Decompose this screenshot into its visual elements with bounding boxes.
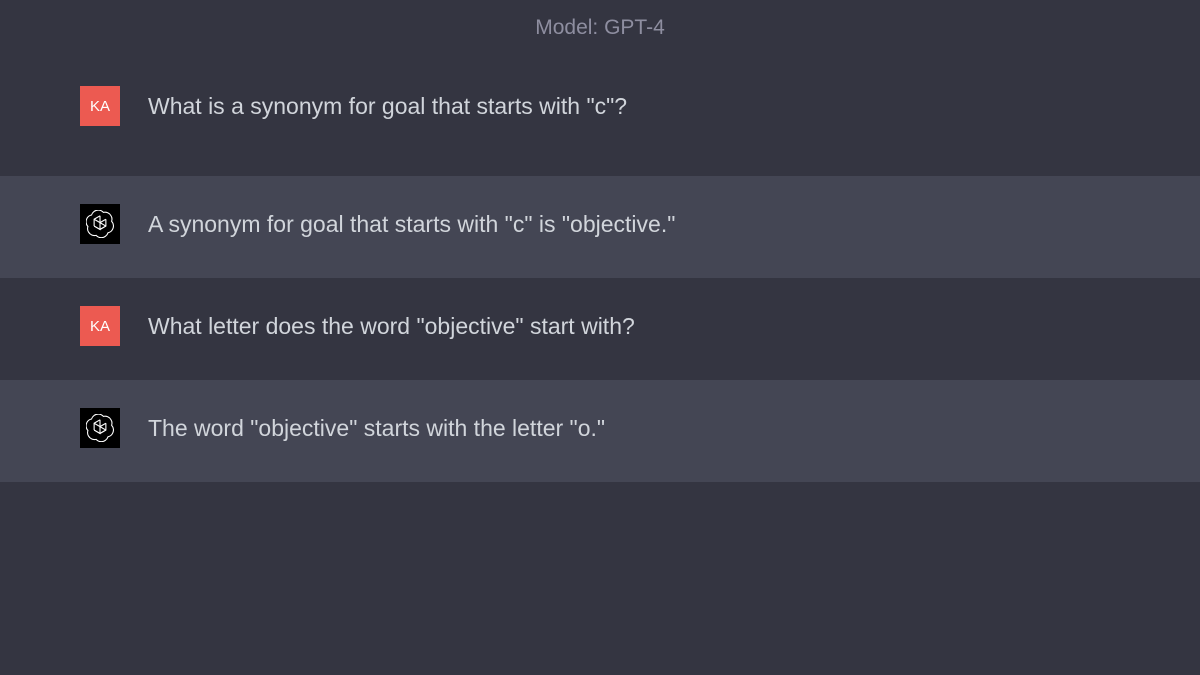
message-text: What letter does the word "objective" st… bbox=[148, 306, 635, 343]
model-header: Model: GPT-4 bbox=[0, 0, 1200, 58]
message-text: What is a synonym for goal that starts w… bbox=[148, 86, 627, 123]
message-row: The word "objective" starts with the let… bbox=[0, 380, 1200, 482]
assistant-avatar bbox=[80, 408, 120, 448]
avatar-initials: KA bbox=[90, 318, 110, 335]
message-text: A synonym for goal that starts with "c" … bbox=[148, 204, 675, 241]
assistant-avatar bbox=[80, 204, 120, 244]
message-row: KA What is a synonym for goal that start… bbox=[0, 58, 1200, 176]
user-avatar: KA bbox=[80, 86, 120, 126]
avatar-initials: KA bbox=[90, 98, 110, 115]
message-text: The word "objective" starts with the let… bbox=[148, 408, 605, 445]
openai-icon bbox=[86, 210, 114, 238]
user-avatar: KA bbox=[80, 306, 120, 346]
message-row: A synonym for goal that starts with "c" … bbox=[0, 176, 1200, 278]
message-row: KA What letter does the word "objective"… bbox=[0, 278, 1200, 380]
openai-icon bbox=[86, 414, 114, 442]
model-label: Model: GPT-4 bbox=[535, 16, 665, 39]
